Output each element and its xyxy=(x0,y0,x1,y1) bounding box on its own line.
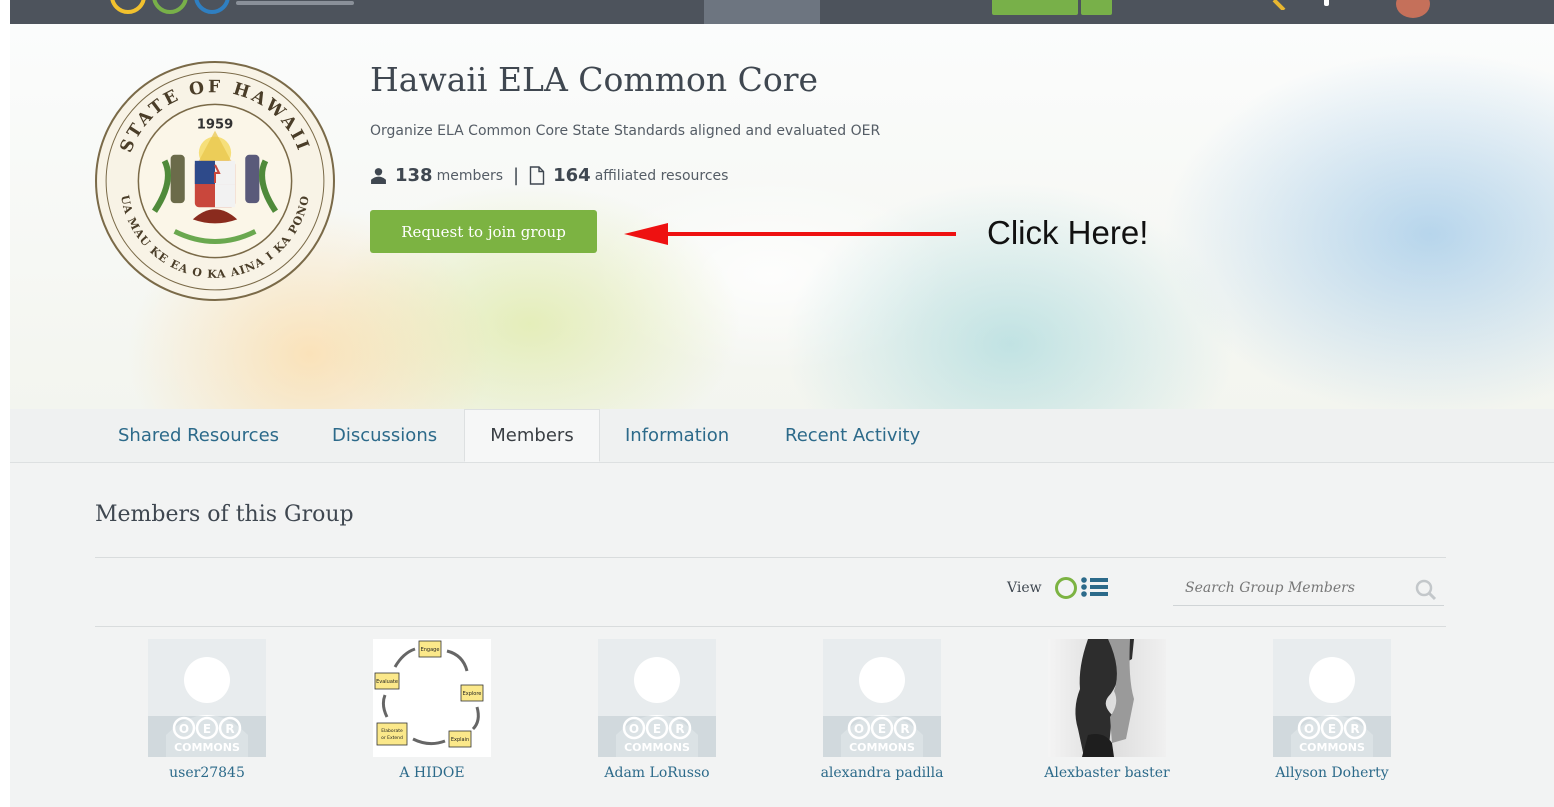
grid-view-toggle-icon[interactable] xyxy=(1055,577,1077,599)
oer-commons-placeholder-icon: O E R COMMONS xyxy=(823,639,941,757)
tab-recent-activity[interactable]: Recent Activity xyxy=(785,409,920,462)
svg-text:Explore: Explore xyxy=(463,691,482,697)
svg-text:COMMONS: COMMONS xyxy=(849,741,915,754)
hawaii-state-seal-icon: STATE OF HAWAII UA MAU KE EA O KA AINA I… xyxy=(95,61,335,301)
oer-logo-circle-green-icon[interactable] xyxy=(152,0,188,14)
document-icon xyxy=(529,166,545,185)
group-stats: 138 members | 164 affiliated resources xyxy=(370,165,728,186)
default-avatar[interactable]: O E R COMMONS xyxy=(148,639,266,757)
member-card: O E R COMMONS alexandra padilla xyxy=(782,639,982,781)
member-name[interactable]: Adam LoRusso xyxy=(557,765,757,781)
red-arrow-annotation xyxy=(624,223,956,245)
default-avatar[interactable]: O E R COMMONS xyxy=(598,639,716,757)
default-avatar[interactable]: O E R COMMONS xyxy=(823,639,941,757)
divider xyxy=(95,557,1446,558)
nav-green-button[interactable] xyxy=(992,0,1078,15)
svg-text:O: O xyxy=(1304,722,1314,736)
member-card: O E R COMMONS user27845 xyxy=(107,639,307,781)
member-name[interactable]: A HIDOE xyxy=(332,765,532,781)
group-tabs: Shared Resources Discussions Members Inf… xyxy=(10,409,1554,463)
members-panel: Members of this Group View O E R C xyxy=(10,463,1554,807)
resources-label: affiliated resources xyxy=(594,167,729,184)
member-card: Alexbaster baster xyxy=(1007,639,1207,781)
member-card: O E R COMMONS Adam LoRusso xyxy=(557,639,757,781)
member-avatar[interactable] xyxy=(1048,639,1166,757)
tab-shared-resources[interactable]: Shared Resources xyxy=(118,409,279,462)
stats-separator: | xyxy=(513,165,520,186)
svg-text:E: E xyxy=(878,722,886,736)
logo-tagline xyxy=(236,1,354,5)
svg-text:Engage: Engage xyxy=(421,647,440,653)
notification-icon[interactable] xyxy=(1324,0,1329,6)
request-to-join-button[interactable]: Request to join group xyxy=(370,210,597,253)
svg-text:O: O xyxy=(179,722,189,736)
svg-text:E: E xyxy=(1328,722,1336,736)
oer-commons-placeholder-icon: O E R COMMONS xyxy=(1273,639,1391,757)
tab-members[interactable]: Members xyxy=(464,409,600,462)
default-avatar[interactable]: O E R COMMONS xyxy=(1273,639,1391,757)
resources-count: 164 xyxy=(553,165,591,186)
members-count: 138 xyxy=(395,165,433,186)
member-name[interactable]: alexandra padilla xyxy=(782,765,982,781)
member-card: Engage Explore Explain Elaborate or Exte… xyxy=(332,639,532,781)
tab-information[interactable]: Information xyxy=(625,409,729,462)
oer-logo-circle-yellow-icon[interactable] xyxy=(110,0,146,14)
oer-commons-placeholder-icon: O E R COMMONS xyxy=(598,639,716,757)
5e-cycle-diagram-icon: Engage Explore Explain Elaborate or Exte… xyxy=(374,640,484,748)
svg-text:R: R xyxy=(225,722,234,736)
user-icon xyxy=(371,168,386,184)
nav-green-dropdown-button[interactable] xyxy=(1081,0,1112,15)
search-icon[interactable] xyxy=(1415,579,1437,601)
oer-commons-placeholder-icon: O E R COMMONS xyxy=(148,639,266,757)
member-name[interactable]: Alexbaster baster xyxy=(1007,765,1207,781)
edit-pencil-icon[interactable] xyxy=(1272,0,1290,10)
click-here-annotation: Click Here! xyxy=(987,214,1149,251)
member-card: O E R COMMONS Allyson Doherty xyxy=(1232,639,1432,781)
svg-text:R: R xyxy=(1350,722,1359,736)
svg-text:E: E xyxy=(653,722,661,736)
member-name[interactable]: Allyson Doherty xyxy=(1232,765,1432,781)
members-label: members xyxy=(436,167,504,184)
member-avatar[interactable]: Engage Explore Explain Elaborate or Exte… xyxy=(373,639,491,757)
group-description: Organize ELA Common Core State Standards… xyxy=(370,123,881,139)
nav-active-item[interactable] xyxy=(704,0,820,24)
svg-text:1959: 1959 xyxy=(197,118,233,133)
members-section-title: Members of this Group xyxy=(95,502,354,527)
svg-text:Explain: Explain xyxy=(451,737,469,743)
svg-text:COMMONS: COMMONS xyxy=(1299,741,1365,754)
svg-text:O: O xyxy=(854,722,864,736)
svg-text:or Extend: or Extend xyxy=(381,735,403,741)
search-members-input[interactable] xyxy=(1173,571,1444,606)
view-label: View xyxy=(1007,580,1042,596)
svg-text:E: E xyxy=(203,722,211,736)
profile-photo-icon xyxy=(1048,639,1166,757)
svg-text:Elaborate: Elaborate xyxy=(381,728,403,734)
svg-text:COMMONS: COMMONS xyxy=(624,741,690,754)
group-title: Hawaii ELA Common Core xyxy=(370,60,819,99)
tab-discussions[interactable]: Discussions xyxy=(332,409,437,462)
svg-text:R: R xyxy=(675,722,684,736)
top-navbar xyxy=(10,0,1554,24)
user-avatar[interactable] xyxy=(1396,0,1430,18)
group-header: STATE OF HAWAII UA MAU KE EA O KA AINA I… xyxy=(10,24,1554,409)
svg-text:R: R xyxy=(900,722,909,736)
svg-text:O: O xyxy=(629,722,639,736)
svg-text:COMMONS: COMMONS xyxy=(174,741,240,754)
oer-logo-circle-blue-icon[interactable] xyxy=(194,0,230,14)
list-view-toggle-icon[interactable] xyxy=(1080,576,1108,598)
member-name[interactable]: user27845 xyxy=(107,765,307,781)
svg-text:Evaluate: Evaluate xyxy=(376,679,398,685)
divider xyxy=(95,626,1446,627)
